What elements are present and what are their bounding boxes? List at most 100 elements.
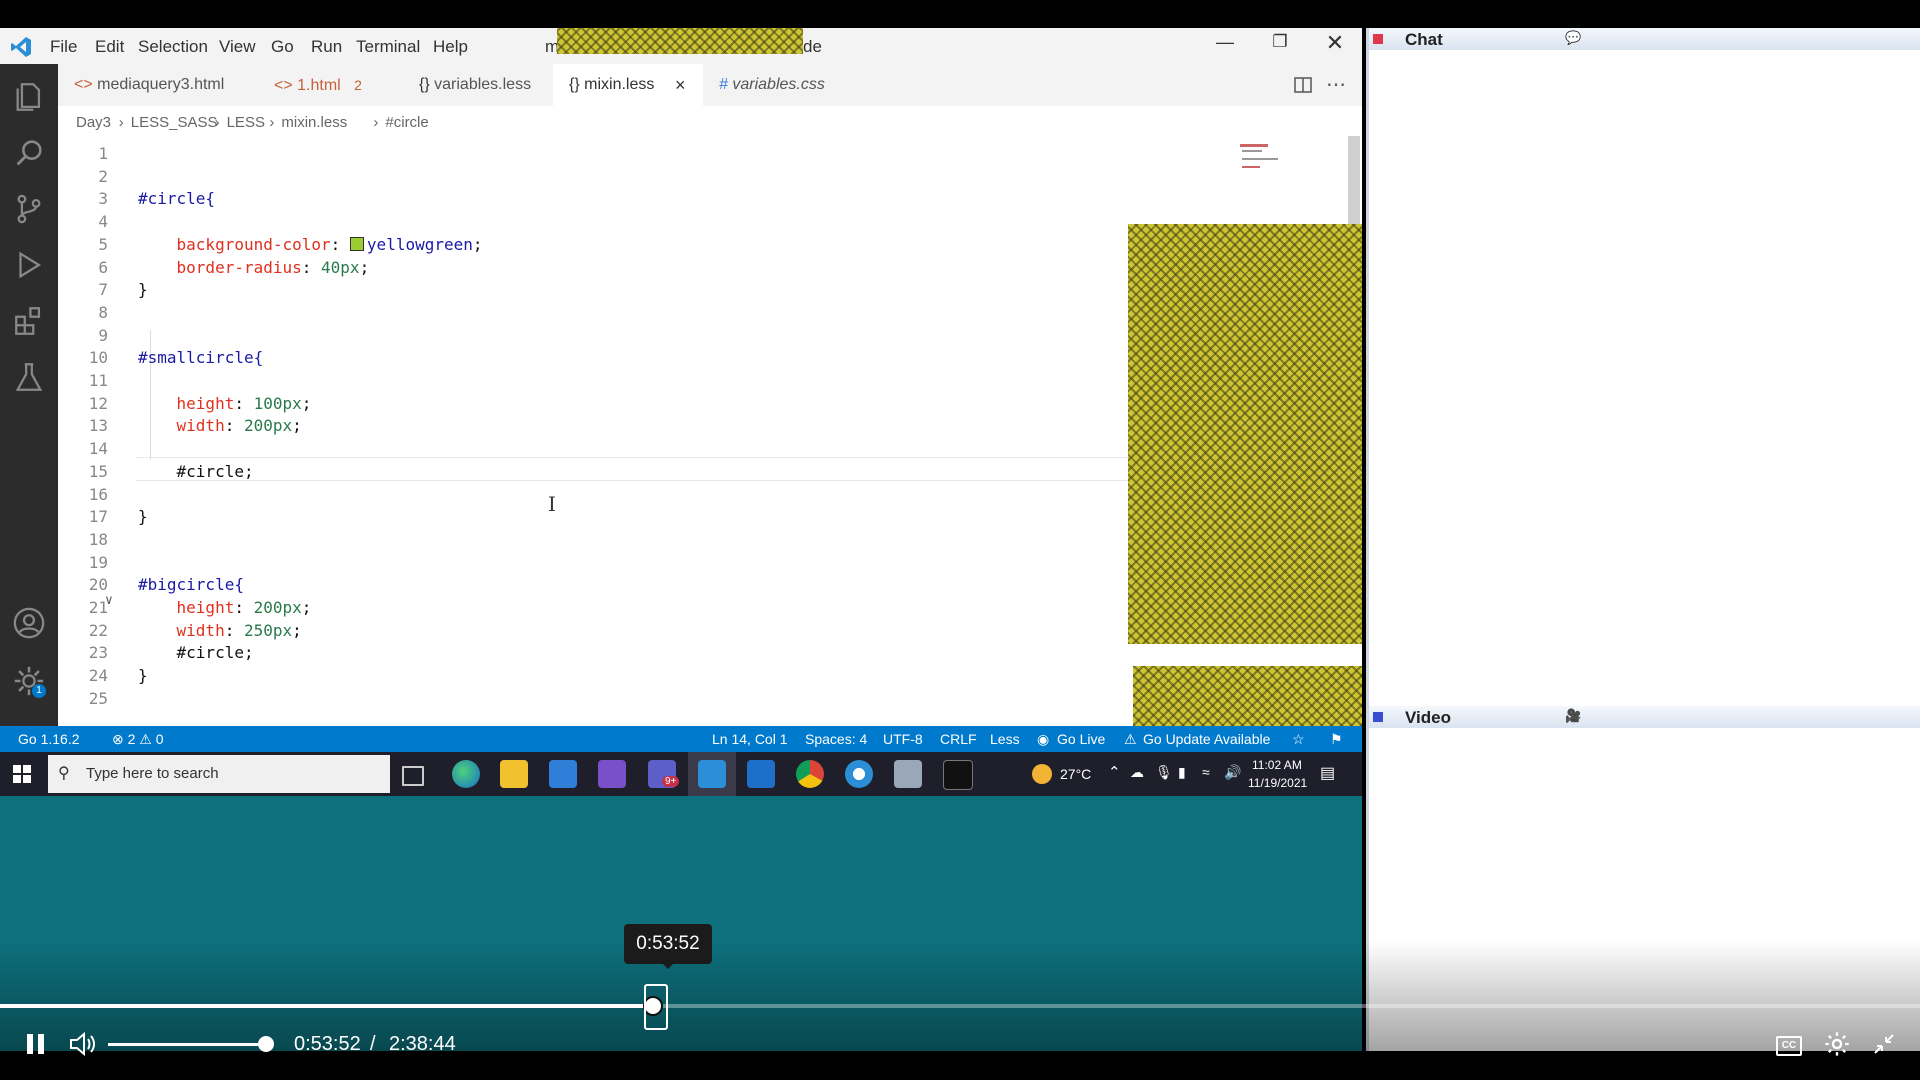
tray-expand-icon[interactable]: ⌃ (1108, 763, 1121, 781)
panel-close-icon[interactable] (1373, 34, 1383, 44)
tab-label: mediaquery3.html (97, 76, 225, 93)
weather-temperature[interactable]: 27°C (1060, 766, 1091, 782)
account-status-icon[interactable]: ☆ (1292, 731, 1305, 748)
breadcrumb-item[interactable]: #circle (385, 106, 428, 140)
code-token: ; (292, 416, 302, 436)
panel-close-icon[interactable] (1373, 712, 1383, 722)
search-icon[interactable] (12, 136, 46, 170)
line-number: 8 (98, 302, 108, 322)
volume-icon[interactable]: 🔊 (1224, 764, 1241, 781)
menu-edit[interactable]: Edit (95, 37, 124, 57)
app-icon[interactable] (845, 760, 873, 788)
minimap[interactable] (1232, 136, 1342, 176)
fold-chevron-icon[interactable]: ∨ (105, 593, 113, 608)
minimize-button[interactable]: — (1210, 32, 1240, 58)
pause-icon[interactable] (27, 1034, 33, 1054)
menu-terminal[interactable]: Terminal (356, 37, 420, 57)
chat-bubble-icon: 💬 (1565, 30, 1582, 45)
line-ending[interactable]: CRLF (940, 731, 977, 747)
onedrive-icon[interactable]: ☁ (1130, 764, 1144, 781)
captions-icon[interactable]: CC (1776, 1036, 1802, 1056)
vscode-taskbar-icon[interactable] (698, 760, 726, 788)
tab-variables-css[interactable]: # variables.css (703, 64, 853, 106)
broadcast-icon: ◉ (1037, 731, 1050, 747)
accounts-icon[interactable] (12, 606, 46, 640)
volume-icon[interactable] (68, 1030, 98, 1058)
go-live-button[interactable]: Go Live (1057, 731, 1105, 747)
more-actions-icon[interactable]: ⋯ (1326, 72, 1346, 97)
run-debug-icon[interactable] (12, 248, 46, 282)
task-view-icon[interactable] (402, 766, 424, 786)
color-swatch-icon[interactable] (349, 236, 364, 251)
menu-go[interactable]: Go (271, 37, 294, 57)
file-explorer-icon[interactable] (500, 760, 528, 788)
code-line: #bigcircle{ (138, 575, 244, 594)
encoding[interactable]: UTF-8 (883, 731, 923, 747)
tab-mixin-less[interactable]: {} mixin.less × (553, 64, 703, 106)
source-control-icon[interactable] (12, 192, 46, 226)
warning-icon: ⚠ (1124, 731, 1137, 747)
battery-icon[interactable]: ▮ (1178, 764, 1186, 781)
testing-icon[interactable] (12, 360, 46, 394)
go-version[interactable]: Go 1.16.2 (18, 731, 80, 747)
microphone-icon[interactable]: 🎙 (1155, 764, 1173, 781)
time-separator: / (370, 1033, 376, 1055)
menu-view[interactable]: View (219, 37, 256, 57)
search-icon: ⚲ (58, 765, 70, 782)
tab-1-html[interactable]: <> 1.html 2 (258, 64, 403, 106)
clock-time[interactable]: 11:02 AM (1252, 758, 1302, 772)
code-token: #bigcircle{ (138, 575, 244, 595)
taskbar-search-box[interactable]: ⚲ Type here to search (48, 755, 390, 793)
split-editor-icon[interactable] (1294, 76, 1312, 94)
clock-date[interactable]: 11/19/2021 (1248, 776, 1307, 790)
code-token: 100px (253, 393, 302, 413)
code-line: width: 200px; (138, 416, 302, 435)
code-token: border-radius (138, 257, 302, 277)
notifications-bell-icon[interactable]: ⚑ (1330, 731, 1343, 748)
breadcrumb-item[interactable]: LESS_SASS (131, 106, 218, 140)
breadcrumb-item[interactable]: mixin.less (281, 106, 347, 140)
close-window-button[interactable]: ✕ (1320, 30, 1350, 56)
visual-studio-icon[interactable] (598, 760, 626, 788)
settings-gear-icon[interactable] (1823, 1030, 1851, 1058)
language-mode[interactable]: Less (990, 731, 1020, 747)
extensions-icon[interactable] (12, 304, 46, 338)
wifi-icon[interactable]: ≈ (1202, 764, 1210, 780)
code-token: #smallcircle{ (138, 348, 264, 368)
code-editor[interactable]: 1 2 3 #circle{4 5 background-color: yellowgr… (58, 140, 1136, 726)
vertical-scrollbar[interactable] (1348, 136, 1360, 226)
breadcrumb-item[interactable]: LESS (227, 106, 265, 140)
outlook-icon[interactable] (747, 760, 775, 788)
mail-icon[interactable] (549, 760, 577, 788)
tab-mediaquery3[interactable]: <> mediaquery3.html (58, 64, 258, 106)
notepad-icon[interactable] (894, 760, 922, 788)
cursor-position[interactable]: Ln 14, Col 1 (712, 731, 788, 747)
code-line: width: 250px; (138, 621, 302, 640)
menu-file[interactable]: File (50, 37, 77, 57)
seek-bar[interactable] (0, 996, 1920, 1016)
volume-thumb[interactable] (258, 1036, 274, 1052)
terminal-icon[interactable] (943, 760, 973, 790)
menu-help[interactable]: Help (433, 37, 468, 57)
menu-selection[interactable]: Selection (138, 37, 208, 57)
notification-center-icon[interactable]: ▤ (1320, 763, 1335, 783)
chrome-icon[interactable] (796, 760, 824, 788)
tab-variables-less[interactable]: {} variables.less (403, 64, 553, 106)
code-token: height (138, 393, 235, 413)
volume-slider[interactable] (108, 1043, 266, 1046)
exit-fullscreen-icon[interactable] (1872, 1032, 1896, 1056)
problems-indicator[interactable]: ⊗ 2 ⚠ 0 (112, 731, 164, 748)
breadcrumb-item[interactable]: Day3 (76, 106, 111, 140)
menu-run[interactable]: Run (311, 37, 342, 57)
code-token: width (138, 416, 225, 436)
tab-label: variables.less (434, 76, 532, 93)
update-notice[interactable]: Go Update Available (1143, 731, 1270, 747)
restore-button[interactable]: ❐ (1265, 32, 1295, 58)
explorer-icon[interactable] (12, 80, 46, 114)
indentation[interactable]: Spaces: 4 (805, 731, 867, 747)
line-number: 1 (98, 144, 108, 163)
pause-icon-bar (38, 1034, 44, 1054)
edge-browser-icon[interactable] (452, 760, 480, 788)
windows-start-icon[interactable] (13, 765, 31, 783)
close-tab-icon[interactable]: × (675, 64, 686, 106)
